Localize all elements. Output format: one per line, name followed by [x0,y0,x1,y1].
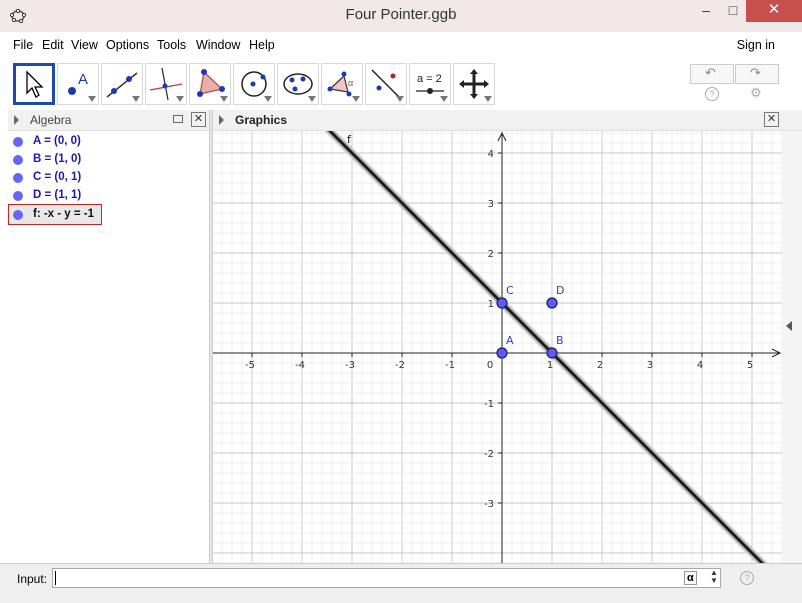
tool-conic[interactable] [277,63,319,105]
tool-move-graphics-view[interactable] [453,63,495,105]
y-tick-label: -2 [484,449,494,460]
x-tick-label: 3 [647,360,653,371]
window-title-bar: Four Pointer.ggb – □ ✕ [0,0,802,32]
x-tick-label: -4 [295,360,305,371]
point-label-B: B [556,334,564,347]
close-graphics-button[interactable]: ✕ [764,112,779,127]
tool-point[interactable]: A [57,63,99,105]
line-f-label: f [347,133,352,146]
graphics-view-title: Graphics [235,113,288,127]
input-field[interactable] [52,568,721,588]
algebra-item-label: B = (1, 0) [33,153,82,165]
y-tick-label: -1 [484,399,494,410]
expand-arrow-icon[interactable] [14,115,19,125]
point-B[interactable] [546,347,558,359]
input-help-icon[interactable]: ? [740,571,754,585]
menu-view[interactable]: View [71,38,98,52]
tool-move[interactable] [13,63,55,105]
x-tick-label: -3 [345,360,355,371]
algebra-item-label: A = (0, 0) [33,135,81,147]
visibility-toggle-icon[interactable] [13,173,23,183]
tool-angle[interactable]: α [321,63,363,105]
y-tick-label: 3 [488,199,494,210]
menu-file[interactable]: File [13,38,33,52]
collapse-arrow-icon[interactable] [786,321,792,331]
input-label: Input: [17,572,48,586]
point-D[interactable] [546,297,558,309]
algebra-item[interactable]: C = (0, 1) [8,169,208,187]
algebra-view-title: Algebra [30,113,72,127]
x-tick-label: -2 [395,360,405,371]
point-A[interactable] [496,347,508,359]
svg-text:a = 2: a = 2 [417,73,442,85]
svg-text:A: A [78,71,88,88]
menu-options[interactable]: Options [106,38,149,52]
x-tick-label: 0 [487,360,493,371]
y-tick-label: -3 [484,499,494,510]
menu-window[interactable]: Window [196,38,240,52]
sign-in-link[interactable]: Sign in [737,38,775,52]
point-label-C: C [506,284,514,297]
undo-icon: ↶ [705,65,716,80]
point-label-A: A [506,334,514,347]
tool-perpendicular[interactable] [145,63,187,105]
menu-edit[interactable]: Edit [42,38,64,52]
algebra-item[interactable]: A = (0, 0) [8,133,208,151]
algebra-view: A = (0, 0) B = (1, 0) C = (0, 1) D = (1,… [8,131,209,563]
algebra-item-label: C = (0, 1) [33,171,82,183]
y-tick-label: 1 [488,299,494,310]
x-tick-label: 2 [597,360,603,371]
menu-help[interactable]: Help [249,38,275,52]
algebra-item-label: f: -x - y = -1 [33,208,95,220]
graphics-canvas[interactable]: -5 -4 -3 -2 -1 0 1 2 3 4 5 4 3 2 1 -1 -2 -3 f A B C D [213,131,782,563]
graphics-view-header: Graphics ✕ [213,110,802,131]
algebra-item-label: D = (1, 1) [33,189,82,201]
svg-text:α: α [348,78,353,88]
graphics-view[interactable]: -5 -4 -3 -2 -1 0 1 2 3 4 5 4 3 2 1 -1 -2 -3 f A B C D [213,131,782,563]
y-tick-label: 2 [488,249,494,260]
y-tick-label: 4 [488,149,494,160]
algebra-item[interactable]: D = (1, 1) [8,187,208,205]
side-panel-strip [782,131,802,563]
tool-reflect[interactable] [365,63,407,105]
tool-polygon[interactable] [189,63,231,105]
x-tick-label: 1 [547,360,553,371]
visibility-toggle-icon[interactable] [13,137,23,147]
tool-slider[interactable]: a = 2 [409,63,451,105]
visibility-toggle-icon[interactable] [13,210,23,220]
help-icon[interactable]: ? [705,87,719,101]
move-arrow-icon [26,70,44,98]
tool-line[interactable] [101,63,143,105]
undock-icon[interactable] [173,115,183,123]
history-arrows-icon[interactable]: ▲ ▼ [710,569,718,585]
input-bar: Input: α ▲ ▼ ? [0,563,802,603]
symbol-button[interactable]: α [684,571,697,585]
window-title: Four Pointer.ggb [345,6,457,23]
x-tick-label: -5 [245,360,255,371]
point-label-D: D [556,284,564,297]
visibility-toggle-icon[interactable] [13,155,23,165]
menu-bar: File Edit View Options Tools Window Help… [0,32,802,57]
redo-icon: ↷ [750,65,761,80]
tool-circle[interactable] [233,63,275,105]
toolbar: A α a = 2 [8,58,800,108]
x-tick-label: 4 [697,360,703,371]
undo-button[interactable]: ↶ [690,64,734,84]
menu-tools[interactable]: Tools [157,38,186,52]
gear-icon[interactable]: ⚙ [750,85,762,101]
visibility-toggle-icon[interactable] [13,191,23,201]
minimize-button[interactable]: – [692,0,720,22]
algebra-item-selected[interactable]: f: -x - y = -1 [8,204,102,225]
algebra-view-header: Algebra ✕ [8,110,209,131]
maximize-button[interactable]: □ [720,0,746,22]
point-C[interactable] [496,297,508,309]
x-tick-label: 5 [747,360,753,371]
expand-arrow-icon[interactable] [219,115,224,125]
algebra-item[interactable]: B = (1, 0) [8,151,208,169]
redo-button[interactable]: ↷ [735,64,779,84]
close-window-button[interactable]: ✕ [746,0,802,22]
x-tick-label: -1 [445,360,455,371]
close-algebra-button[interactable]: ✕ [191,112,206,127]
